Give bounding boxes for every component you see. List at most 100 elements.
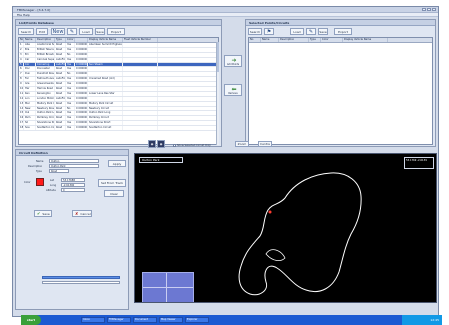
name-field[interactable]: Oulton bbox=[49, 159, 99, 163]
column-header[interactable]: Type bbox=[55, 38, 66, 42]
points-table[interactable]: No Name Description Type Color Display V… bbox=[18, 37, 219, 145]
column-header[interactable]: No bbox=[249, 38, 261, 42]
minimap-crosshair bbox=[143, 287, 193, 288]
filter-icon[interactable]: ⚑ bbox=[264, 28, 274, 35]
column-header[interactable]: Name bbox=[261, 38, 279, 42]
column-header[interactable] bbox=[75, 38, 88, 42]
table-cell: Yes bbox=[66, 62, 75, 67]
table-cell bbox=[123, 96, 158, 101]
edit-button[interactable]: Edit bbox=[36, 28, 48, 35]
lat-field[interactable]: 53.17688 bbox=[61, 178, 85, 182]
panel-header: List/Points Database bbox=[16, 20, 221, 26]
long-field[interactable]: -2.61390 bbox=[61, 183, 85, 187]
selected-points-table[interactable]: No Name Description Type Color Display V… bbox=[248, 37, 433, 145]
altitude-field[interactable]: 0 bbox=[61, 188, 85, 192]
close-icon[interactable] bbox=[432, 8, 436, 11]
table-cell bbox=[123, 67, 158, 72]
description-field[interactable]: Oulton Park bbox=[49, 164, 99, 168]
color-label: Color bbox=[24, 181, 31, 184]
table-cell: No bbox=[66, 52, 75, 57]
table-cell: AutoFinish bbox=[56, 57, 66, 62]
add-points-button[interactable]: ➜ Add Points bbox=[224, 55, 242, 67]
column-header[interactable]: Display Vehicle Name bbox=[343, 38, 388, 42]
type-select[interactable]: Road bbox=[49, 169, 69, 173]
panel-title: List/Points Database bbox=[19, 21, 54, 25]
minimap[interactable] bbox=[142, 272, 194, 302]
taskbar-item[interactable]: Document bbox=[133, 317, 157, 323]
table-cell: 0 000000 bbox=[76, 126, 88, 131]
table-cell: Silverstone Short bbox=[37, 121, 55, 126]
circuit-icon-2[interactable]: ◉ bbox=[157, 140, 165, 148]
set-from-track-button[interactable]: Set From Track bbox=[98, 179, 126, 187]
taskbar-item[interactable]: Explorer bbox=[185, 317, 209, 323]
search-button[interactable]: Search bbox=[18, 28, 34, 35]
taskbar-item[interactable]: FMManager bbox=[107, 317, 131, 323]
button-label: Cancel bbox=[80, 211, 91, 216]
table-cell: Road bbox=[55, 87, 66, 91]
minimize-icon[interactable] bbox=[422, 8, 426, 11]
search-button[interactable]: Search bbox=[248, 28, 262, 35]
table-cell: Yes bbox=[66, 121, 75, 126]
table-scrollbar[interactable] bbox=[216, 42, 219, 145]
zoom-button[interactable]: Zoom bbox=[235, 141, 249, 147]
load-button[interactable]: Load bbox=[79, 28, 93, 35]
save-button[interactable]: Save bbox=[318, 28, 328, 35]
table-cell: Lower Lane Res Star bbox=[88, 91, 123, 96]
new-button[interactable]: New bbox=[51, 28, 65, 35]
table-cell: Road bbox=[55, 82, 66, 87]
color-swatch[interactable] bbox=[36, 178, 44, 186]
table-cell bbox=[88, 82, 123, 87]
export-button[interactable]: Export bbox=[334, 28, 352, 35]
pencil-icon[interactable]: ✎ bbox=[306, 28, 316, 35]
cancel-details-button[interactable]: ✘ Cancel bbox=[72, 210, 92, 217]
taskbar: start Inbox FMManager Document Map Viewe… bbox=[21, 315, 442, 325]
table-cell: Bri bbox=[24, 52, 36, 57]
table-row[interactable]: 18SneSnetterton CircuitRoadYes0 000000Sn… bbox=[19, 126, 218, 132]
pencil-icon[interactable]: ✎ bbox=[67, 28, 77, 35]
column-header[interactable]: Type bbox=[309, 38, 321, 42]
table-cell: Cor bbox=[24, 62, 36, 67]
table-cell: 0 000000 bbox=[76, 52, 88, 57]
save-details-button[interactable]: ✔ Save bbox=[34, 210, 52, 217]
scroll-thumb[interactable] bbox=[217, 42, 219, 72]
table-cell: Oul bbox=[24, 111, 36, 116]
save-button[interactable]: Save bbox=[95, 28, 105, 35]
column-header[interactable]: Color bbox=[321, 38, 343, 42]
centre-button[interactable]: Centre bbox=[258, 141, 272, 147]
table-cell bbox=[123, 77, 158, 82]
column-header[interactable]: Color bbox=[66, 38, 75, 42]
table-cell: Road bbox=[55, 126, 66, 131]
remove-points-button[interactable]: ⬅ Remove bbox=[224, 84, 242, 96]
load-button[interactable]: Load bbox=[290, 28, 304, 35]
window-controls bbox=[422, 8, 436, 11]
circuit-icon-1[interactable]: ◉ bbox=[148, 140, 156, 148]
table-cell: Mallory Park Circuit bbox=[88, 101, 123, 106]
column-header[interactable]: Name bbox=[24, 38, 36, 42]
column-header[interactable]: Display Vehicle Name bbox=[88, 38, 123, 42]
table-cell: Yes bbox=[66, 116, 75, 121]
taskbar-item[interactable]: Map Viewer bbox=[159, 317, 183, 323]
clear-button[interactable]: Clear bbox=[104, 190, 124, 197]
apply-button[interactable]: Apply bbox=[108, 160, 126, 167]
table-cell: Road bbox=[55, 106, 66, 111]
track-map-canvas[interactable]: Oulton Park 53.1769 -2.6139 bbox=[134, 153, 437, 303]
table-cell bbox=[123, 82, 158, 87]
table-cell bbox=[123, 62, 158, 67]
maximize-icon[interactable] bbox=[427, 8, 431, 11]
button-label: Save bbox=[42, 211, 50, 216]
table-cell: Dunsfold Road bbox=[37, 72, 55, 77]
menu-items[interactable]: File Help bbox=[17, 13, 30, 17]
taskbar-item[interactable]: Inbox bbox=[81, 317, 105, 323]
export-button[interactable]: Export bbox=[107, 28, 125, 35]
column-header[interactable]: Fleet Vehicle Number bbox=[123, 38, 158, 42]
column-header[interactable]: Description bbox=[36, 38, 55, 42]
table-cell: No bbox=[66, 106, 75, 111]
show-selected-checkbox[interactable] bbox=[173, 144, 176, 147]
column-header[interactable]: Description bbox=[279, 38, 309, 42]
panel-title: Circuit Definition bbox=[19, 151, 48, 155]
table-cell bbox=[88, 47, 123, 52]
menu-bar: File Help bbox=[13, 13, 438, 17]
table-header: No Name Description Type Color Display V… bbox=[249, 38, 432, 43]
table-cell: Road bbox=[55, 111, 66, 116]
start-button[interactable]: start bbox=[21, 315, 41, 325]
